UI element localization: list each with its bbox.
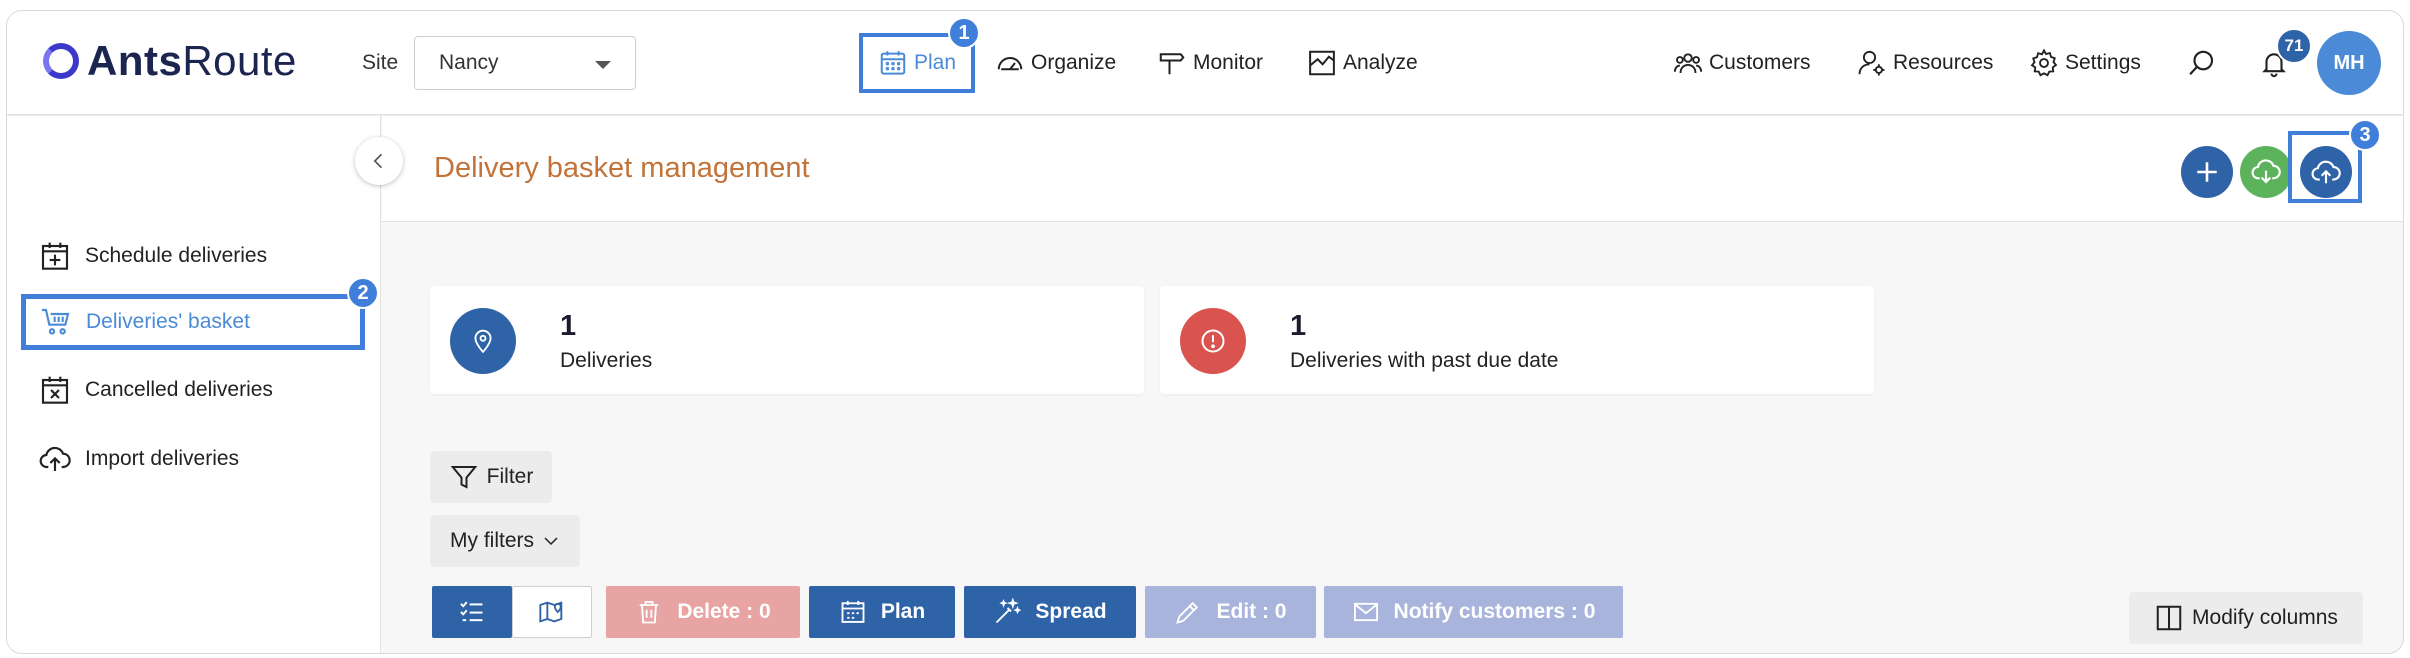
annotation-badge-2: 2	[347, 277, 379, 309]
sidebar: Schedule deliveries Deliveries' basket C…	[7, 116, 381, 653]
columns-icon	[2156, 605, 2182, 631]
resources-icon	[1858, 50, 1885, 76]
plus-icon	[2197, 162, 2217, 182]
app-logo[interactable]: AntsRoute	[43, 37, 297, 85]
sidebar-item-label: Import deliveries	[85, 447, 240, 470]
sidebar-item-cancelled-deliveries[interactable]: Cancelled deliveries	[21, 362, 365, 418]
caret-down-icon	[595, 61, 611, 69]
past-due-label: Deliveries with past due date	[1290, 349, 1559, 372]
deliveries-count-card: 1 Deliveries	[430, 286, 1144, 394]
sidebar-item-label: Cancelled deliveries	[85, 378, 273, 401]
deliveries-count: 1	[560, 310, 577, 342]
nav-settings[interactable]: Settings	[2029, 41, 2141, 85]
cloud-upload-icon	[2311, 160, 2341, 184]
edit-label: Edit : 0	[1216, 600, 1287, 623]
nav-analyze-label: Analyze	[1343, 51, 1418, 74]
calendar-icon	[880, 51, 906, 75]
sidebar-item-label: Deliveries' basket	[86, 310, 250, 333]
spread-button[interactable]: Spread	[964, 586, 1136, 638]
nav-analyze[interactable]: Analyze	[1307, 41, 1418, 85]
sidebar-item-deliveries-basket[interactable]: Deliveries' basket	[21, 294, 365, 350]
nav-resources[interactable]: Resources	[1857, 41, 1993, 85]
calendar-plus-icon	[41, 242, 69, 270]
notify-label: Notify customers : 0	[1393, 600, 1596, 623]
add-button[interactable]	[2181, 146, 2233, 198]
logo-light: Route	[182, 37, 297, 84]
customers-icon	[1673, 53, 1703, 74]
app-window: AntsRoute Site Nancy Plan 1 Organize Mon…	[6, 10, 2404, 654]
filter-label: Filter	[486, 465, 534, 488]
chevron-down-icon	[544, 537, 558, 546]
modify-columns-label: Modify columns	[2192, 606, 2338, 629]
notification-count-badge: 71	[2276, 28, 2312, 64]
search-icon	[2189, 50, 2214, 75]
nav-monitor-label: Monitor	[1193, 51, 1264, 74]
speedometer-icon	[997, 57, 1023, 71]
basket-icon	[42, 308, 70, 335]
signpost-icon	[1159, 53, 1185, 75]
envelope-icon	[1353, 602, 1378, 622]
delete-button[interactable]: Delete : 0	[606, 586, 800, 638]
chart-icon	[1309, 50, 1335, 76]
delete-label: Delete : 0	[677, 600, 771, 623]
my-filters-label: My filters	[450, 529, 534, 552]
list-view-toggle[interactable]	[432, 586, 512, 638]
cloud-download-icon	[2251, 159, 2281, 184]
download-button[interactable]	[2240, 146, 2292, 198]
search-button[interactable]	[2187, 41, 2217, 85]
past-due-count: 1	[1290, 310, 1307, 342]
map-icon	[539, 601, 563, 623]
nav-organize-label: Organize	[1031, 51, 1117, 74]
page-header: Delivery basket management 3	[382, 116, 2403, 222]
nav-monitor[interactable]: Monitor	[1157, 41, 1263, 85]
chevron-left-icon	[373, 153, 383, 169]
logo-bold: Ants	[87, 37, 183, 84]
notify-customers-button[interactable]: Notify customers : 0	[1324, 586, 1623, 638]
logo-icon	[43, 43, 79, 79]
nav-organize[interactable]: Organize	[995, 41, 1116, 85]
alert-icon	[1180, 308, 1246, 374]
magic-wand-icon	[996, 598, 1022, 624]
annotation-badge-3: 3	[2349, 119, 2381, 151]
site-select[interactable]: Nancy	[414, 36, 636, 90]
sidebar-item-label: Schedule deliveries	[85, 244, 268, 267]
pencil-icon	[1176, 601, 1199, 624]
upload-button[interactable]	[2300, 146, 2352, 198]
top-navbar: AntsRoute Site Nancy Plan 1 Organize Mon…	[7, 11, 2403, 115]
plan-label: Plan	[880, 600, 926, 623]
sidebar-item-schedule-deliveries[interactable]: Schedule deliveries	[21, 228, 365, 284]
nav-resources-label: Resources	[1893, 51, 1994, 74]
annotation-badge-1: 1	[948, 17, 980, 49]
nav-customers[interactable]: Customers	[1673, 41, 1811, 85]
location-pin-icon	[450, 308, 516, 374]
collapse-sidebar-button[interactable]	[355, 137, 403, 185]
map-view-toggle[interactable]	[512, 586, 592, 638]
cloud-upload-icon	[39, 446, 71, 471]
edit-button[interactable]: Edit : 0	[1145, 586, 1316, 638]
nav-settings-label: Settings	[2065, 51, 2141, 74]
deliveries-label: Deliveries	[560, 349, 653, 372]
funnel-icon	[450, 466, 478, 489]
modify-columns-button[interactable]: Modify columns	[2129, 592, 2363, 644]
gear-icon	[2030, 48, 2058, 77]
past-due-card: 1 Deliveries with past due date	[1160, 286, 1874, 394]
calendar-x-icon	[41, 376, 69, 404]
filter-button[interactable]: Filter	[430, 451, 552, 503]
sidebar-item-import-deliveries[interactable]: Import deliveries	[21, 431, 365, 487]
user-avatar[interactable]: MH	[2317, 31, 2381, 95]
plan-button[interactable]: Plan	[809, 586, 955, 638]
checklist-icon	[460, 601, 483, 622]
nav-customers-label: Customers	[1709, 51, 1811, 74]
my-filters-dropdown[interactable]: My filters	[430, 515, 580, 567]
page-title: Delivery basket management	[434, 152, 810, 184]
calendar-icon	[841, 600, 865, 623]
site-select-value: Nancy	[439, 51, 499, 74]
nav-plan-label: Plan	[913, 51, 957, 74]
site-label: Site	[362, 51, 399, 74]
spread-label: Spread	[1035, 600, 1107, 623]
trash-icon	[639, 601, 659, 624]
